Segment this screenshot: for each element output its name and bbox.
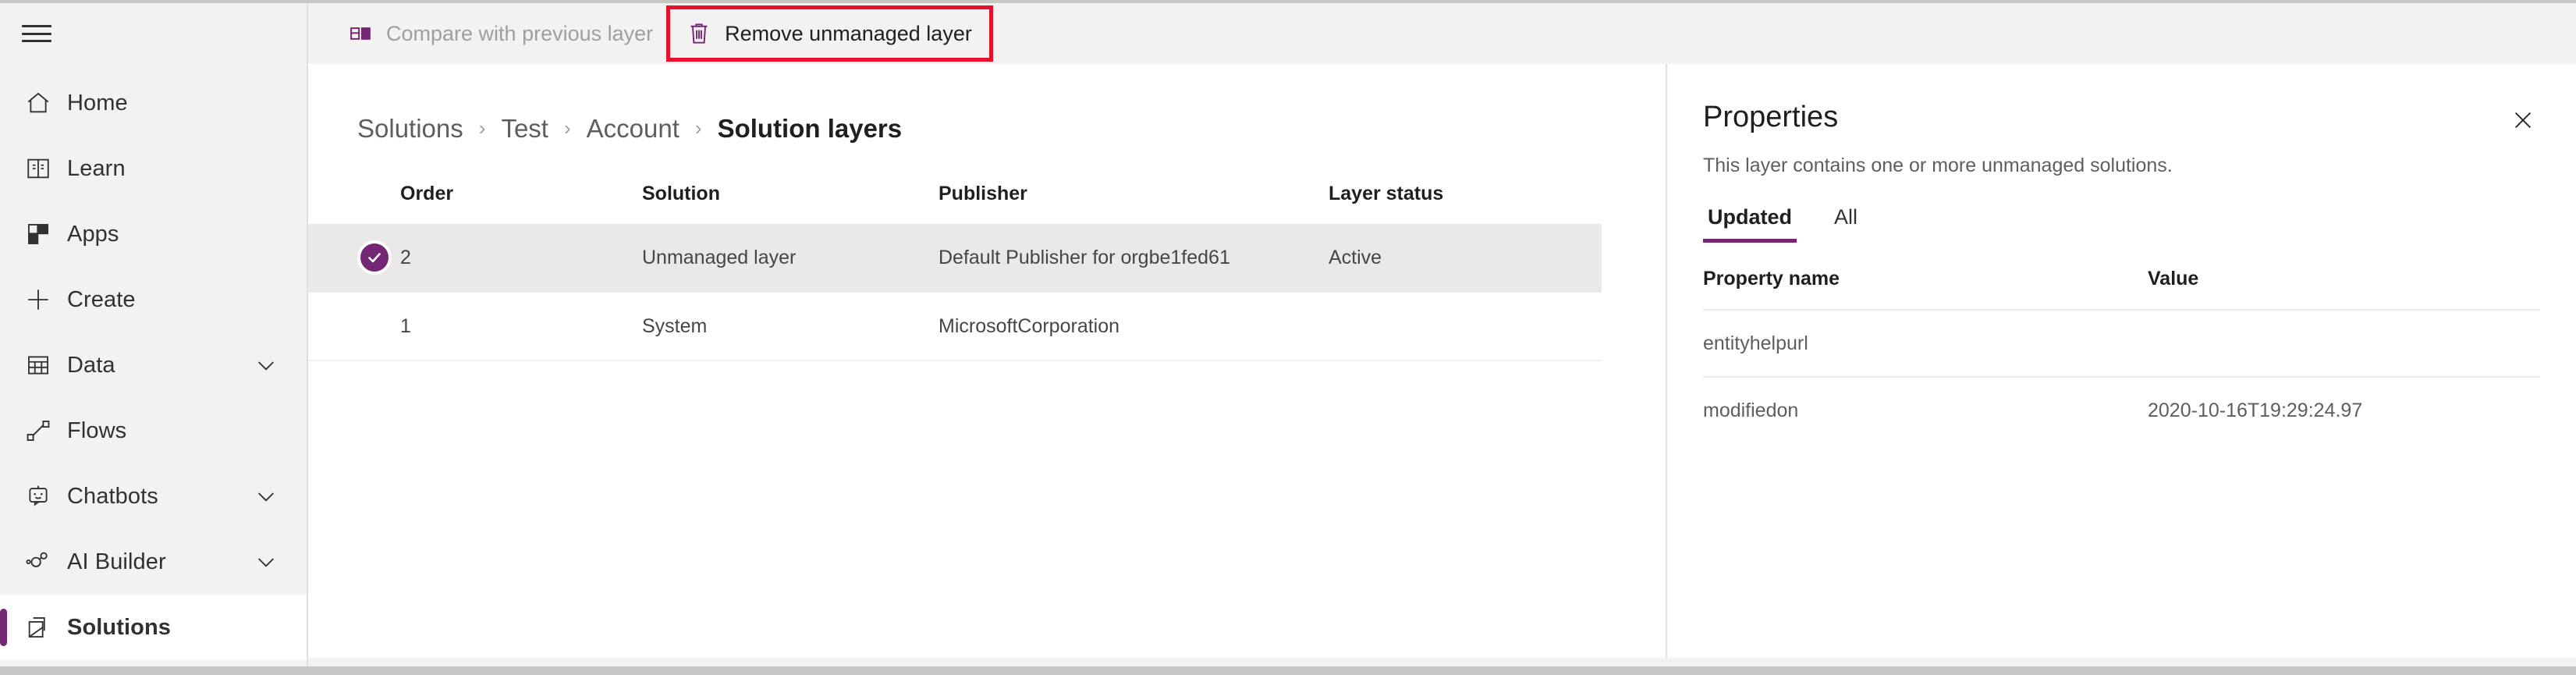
properties-header-row: Property name Value: [1703, 269, 2540, 310]
sidebar-item-create[interactable]: Create: [0, 267, 307, 332]
properties-tab-list: Updated All: [1703, 207, 2540, 243]
close-icon[interactable]: [2506, 103, 2540, 137]
column-header-order[interactable]: Order: [400, 184, 642, 224]
table-header: Order Solution Publisher Layer status: [308, 184, 1602, 224]
apps-grid-icon: [25, 221, 59, 247]
flow-icon: [25, 417, 59, 444]
sidebar-item-label: Chatbots: [67, 483, 158, 509]
breadcrumb-separator-icon: ›: [478, 116, 486, 140]
solution-layers-content: Solutions › Test › Account › Solution la…: [308, 64, 1602, 658]
breadcrumb-item-account[interactable]: Account: [587, 115, 679, 141]
check-circle-icon[interactable]: [357, 240, 392, 275]
sidebar-item-apps[interactable]: Apps: [0, 201, 307, 267]
content-spacer: [1602, 64, 1667, 658]
compare-with-previous-layer-button[interactable]: Compare with previous layer: [332, 9, 670, 58]
plus-icon: [25, 286, 59, 313]
properties-panel: Properties This layer contains one or mo…: [1667, 64, 2576, 658]
nav-item-list: Home Learn Apps Create Data Flows Chatbo…: [0, 64, 307, 660]
home-icon: [25, 90, 59, 116]
cell-property-name: entityhelpurl: [1703, 309, 2148, 377]
properties-table: Property name Value entityhelpurl modifi…: [1703, 269, 2540, 443]
cell-order: 2: [400, 224, 642, 293]
properties-table-header: Property name Value: [1703, 269, 2540, 310]
breadcrumb-separator-icon: ›: [694, 116, 702, 140]
sidebar-item-label: Create: [67, 286, 136, 312]
cell-property-value: [2148, 309, 2540, 377]
table-row: modifiedon 2020-10-16T19:29:24.97: [1703, 376, 2540, 443]
cell-layer-status: [1329, 292, 1602, 361]
sidebar-item-chatbots[interactable]: Chatbots: [0, 464, 307, 529]
sidebar-item-label: Learn: [67, 155, 126, 181]
sidebar-item-label: Flows: [67, 417, 127, 443]
book-icon: [25, 155, 59, 182]
sidebar-item-home[interactable]: Home: [0, 70, 307, 136]
table-body: 2 Unmanaged layer Default Publisher for …: [308, 224, 1602, 361]
select-column-header: [308, 184, 400, 224]
chevron-down-icon[interactable]: [254, 484, 279, 509]
chevron-down-icon[interactable]: [254, 353, 279, 378]
solutions-icon: [25, 614, 59, 641]
breadcrumb-item-solution-layers: Solution layers: [717, 113, 903, 143]
properties-table-body: entityhelpurl modifiedon 2020-10-16T19:2…: [1703, 309, 2540, 443]
column-header-property-name: Property name: [1703, 268, 1840, 290]
table-row: entityhelpurl: [1703, 309, 2540, 377]
cell-publisher: MicrosoftCorporation: [939, 292, 1329, 361]
hamburger-icon[interactable]: [22, 22, 51, 45]
cell-solution: System: [642, 292, 939, 361]
compare-with-previous-layer-label: Compare with previous layer: [386, 21, 654, 45]
trash-icon: [687, 21, 711, 46]
breadcrumb-item-test[interactable]: Test: [501, 115, 548, 141]
main-column: Compare with previous layer Remove unman…: [308, 3, 2576, 666]
breadcrumb-item-solutions[interactable]: Solutions: [357, 115, 463, 141]
app-shell: Home Learn Apps Create Data Flows Chatbo…: [0, 0, 2576, 675]
sidebar-item-flows[interactable]: Flows: [0, 398, 307, 464]
table-header-row: Order Solution Publisher Layer status: [308, 184, 1602, 224]
command-bar: Compare with previous layer Remove unman…: [308, 3, 2576, 64]
cell-order: 1: [400, 292, 642, 361]
table-icon: [25, 352, 59, 378]
breadcrumb: Solutions › Test › Account › Solution la…: [308, 64, 1602, 148]
table-row[interactable]: 1 System MicrosoftCorporation: [308, 292, 1602, 361]
window-bottom-border: [0, 666, 2576, 675]
remove-unmanaged-layer-button[interactable]: Remove unmanaged layer: [666, 5, 993, 62]
sidebar-item-ai-builder[interactable]: AI Builder: [0, 529, 307, 595]
remove-unmanaged-layer-label: Remove unmanaged layer: [725, 21, 972, 45]
cell-property-name: modifiedon: [1703, 376, 2148, 443]
sidebar-item-label: Data: [67, 352, 115, 378]
cell-layer-status: Active: [1329, 224, 1602, 293]
column-header-publisher[interactable]: Publisher: [939, 184, 1329, 224]
sidebar-item-solutions[interactable]: Solutions: [0, 595, 307, 660]
breadcrumb-separator-icon: ›: [563, 116, 571, 140]
sidebar-item-learn[interactable]: Learn: [0, 136, 307, 201]
compare-panels-icon: [349, 22, 372, 45]
cell-publisher: Default Publisher for orgbe1fed61: [939, 224, 1329, 293]
sidebar-item-label: AI Builder: [67, 549, 166, 574]
sidebar-item-label: Home: [67, 90, 128, 115]
sidebar-item-label: Apps: [67, 221, 119, 247]
properties-title: Properties: [1703, 101, 1839, 133]
row-select-cell[interactable]: [308, 224, 400, 293]
solution-layers-table: Order Solution Publisher Layer status 2 …: [308, 184, 1602, 361]
left-navigation: Home Learn Apps Create Data Flows Chatbo…: [0, 3, 308, 666]
shell-body: Home Learn Apps Create Data Flows Chatbo…: [0, 3, 2576, 666]
workspace: Solutions › Test › Account › Solution la…: [308, 64, 2576, 666]
tab-updated[interactable]: Updated: [1703, 207, 1797, 243]
sidebar-item-data[interactable]: Data: [0, 332, 307, 398]
sidebar-item-label: Solutions: [67, 614, 172, 640]
properties-subtitle: This layer contains one or more unmanage…: [1703, 155, 2173, 176]
column-header-solution[interactable]: Solution: [642, 184, 939, 224]
chatbot-icon: [25, 483, 59, 510]
cell-solution: Unmanaged layer: [642, 224, 939, 293]
chevron-down-icon[interactable]: [254, 549, 279, 574]
cell-property-value: 2020-10-16T19:29:24.97: [2148, 376, 2540, 443]
ai-builder-icon: [25, 549, 59, 575]
properties-header: Properties: [1703, 101, 2540, 137]
tab-all[interactable]: All: [1829, 207, 1862, 243]
row-select-cell[interactable]: [308, 292, 400, 361]
table-row[interactable]: 2 Unmanaged layer Default Publisher for …: [308, 224, 1602, 293]
column-header-value: Value: [2148, 268, 2199, 290]
nav-header: [0, 3, 307, 64]
column-header-layer-status[interactable]: Layer status: [1329, 184, 1602, 224]
